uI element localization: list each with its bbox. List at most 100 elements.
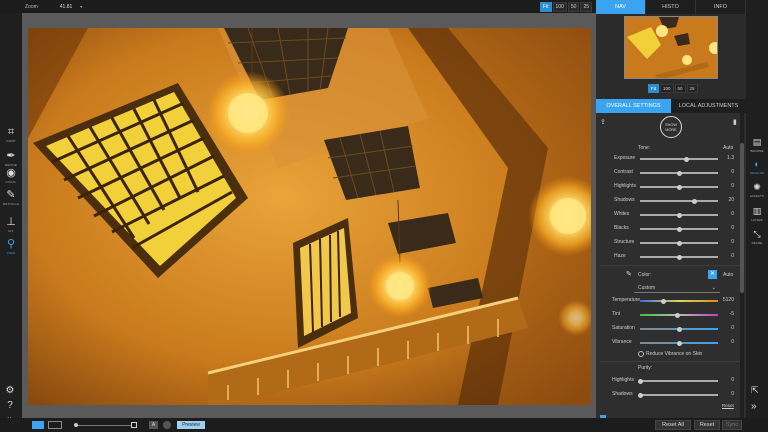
slider-value[interactable]: 0 (714, 169, 734, 175)
scrollbar-thumb[interactable] (740, 143, 744, 293)
slider-knob[interactable] (676, 170, 682, 176)
share-icon[interactable]: ⇱ (751, 385, 759, 396)
local-tool[interactable]: ◉ LOCAL (2, 165, 20, 189)
slider-knob[interactable] (74, 423, 78, 427)
zoom-100-button[interactable]: 100 (552, 2, 567, 12)
slider-knob[interactable] (676, 212, 682, 218)
zoom-50-button[interactable]: 50 (567, 2, 580, 12)
slider-knob[interactable] (676, 340, 682, 346)
tab-info[interactable]: INFO (696, 0, 746, 14)
nav-zoom-100[interactable]: 100 (660, 84, 674, 93)
slider-value[interactable]: 0 (714, 391, 734, 397)
view-tool[interactable]: ⚲ VIEW (2, 236, 20, 260)
grid-view-icon[interactable] (48, 421, 62, 429)
save-preset-icon[interactable]: ⇪ (600, 118, 606, 126)
slider-track[interactable] (640, 254, 718, 260)
slider-value[interactable]: 1.3 (714, 155, 734, 161)
crop-tool[interactable]: ⌗ CROP (2, 124, 20, 148)
slider-value[interactable]: 0 (714, 225, 734, 231)
slider-value[interactable]: 5120 (714, 297, 734, 303)
slider-value[interactable]: 0 (714, 339, 734, 345)
slider-row-shadows: Shadows 0 (596, 389, 746, 401)
slider-value[interactable]: -5 (714, 311, 734, 317)
reset-all-button[interactable]: Reset All (655, 420, 691, 430)
single-view-icon[interactable] (32, 421, 44, 429)
tab-local-adjustments[interactable]: LOCAL ADJUSTMENTS (671, 99, 746, 113)
module-develop[interactable]: ◐ DEVELOP (748, 158, 766, 180)
slider-knob[interactable] (692, 198, 698, 204)
slider-knob[interactable] (660, 298, 666, 304)
slider-track[interactable] (640, 198, 718, 204)
slider-track[interactable] (640, 170, 718, 176)
slider-track[interactable] (640, 340, 718, 346)
slider-value[interactable]: 0 (714, 325, 734, 331)
tab-nav[interactable]: NAV (596, 0, 646, 14)
slider-knob[interactable] (637, 392, 643, 398)
tab-overall-settings[interactable]: OVERALL SETTINGS (596, 99, 671, 113)
slider-knob[interactable] (637, 378, 643, 384)
compare-icon[interactable]: A (149, 421, 158, 429)
slider-track[interactable] (640, 312, 718, 318)
slider-track[interactable] (640, 184, 718, 190)
slider-knob[interactable] (684, 156, 690, 162)
nav-zoom-25[interactable]: 25 (686, 84, 698, 93)
slider-value[interactable]: 0 (714, 183, 734, 189)
slider-knob[interactable] (676, 254, 682, 260)
mask-icon[interactable] (163, 421, 171, 429)
square-icon[interactable] (131, 422, 137, 428)
nav-zoom-fit[interactable]: Fit (648, 84, 659, 93)
reset-button[interactable]: Reset (694, 420, 720, 430)
image-canvas[interactable] (22, 13, 596, 418)
slider-track[interactable] (640, 326, 718, 332)
navigator-thumbnail[interactable] (624, 16, 718, 79)
slider-track[interactable] (637, 378, 718, 384)
help-icon[interactable]: ? (3, 400, 17, 412)
slider-knob[interactable] (676, 240, 682, 246)
slider-track[interactable] (640, 298, 718, 304)
zoom-dropdown-icon[interactable]: ▾ (80, 4, 82, 9)
preview-button[interactable]: Preview (177, 421, 205, 429)
eyedropper-icon[interactable]: ✎ (626, 270, 632, 278)
zoom-value[interactable]: 41.81 (60, 4, 73, 10)
module-browse[interactable]: ▤ BROWSE (748, 136, 766, 158)
slider-value[interactable]: 0 (714, 253, 734, 259)
slider-knob[interactable] (674, 312, 680, 318)
slider-value[interactable]: 0 (714, 239, 734, 245)
slider-value[interactable]: 0 (714, 211, 734, 217)
photo[interactable] (28, 28, 591, 405)
module-resize[interactable]: ⤡ RESIZE (748, 228, 766, 250)
settings-gear-icon[interactable]: ⚙ (3, 385, 17, 397)
color-toggle-button[interactable]: ✕ (708, 270, 717, 279)
slider-track[interactable] (640, 240, 718, 246)
fix-tool[interactable]: ⊥ FIX (2, 214, 20, 238)
show-more-button[interactable]: SHOW MORE (660, 116, 682, 138)
slider-track[interactable] (640, 156, 718, 162)
slider-track[interactable] (640, 226, 718, 232)
module-layers[interactable]: ▥ LAYERS (748, 205, 766, 227)
module-effects[interactable]: ✺ EFFECTS (748, 181, 766, 203)
retouch-tool[interactable]: ✎ RETOUCH (2, 187, 20, 211)
slider-value[interactable]: 20 (714, 197, 734, 203)
trash-icon[interactable]: ▮ (733, 118, 737, 126)
slider-track[interactable] (637, 392, 718, 398)
color-auto-button[interactable]: Auto (723, 272, 733, 278)
reduce-vibrance-checkbox[interactable] (638, 351, 644, 357)
tone-auto-button[interactable]: Auto (723, 145, 733, 151)
sync-button[interactable]: Sync (722, 420, 742, 430)
slider-value[interactable]: 0 (714, 377, 734, 383)
tab-histo[interactable]: HISTO (646, 0, 696, 14)
expand-right-icon[interactable]: » (751, 401, 757, 412)
color-preset-dropdown[interactable]: Custom ⌄ (634, 284, 720, 293)
settings-scrollbar[interactable] (740, 113, 744, 418)
zoom-25-button[interactable]: 25 (580, 2, 592, 12)
slider-knob[interactable] (676, 326, 682, 332)
purity-reset-link[interactable]: Reset (722, 403, 734, 408)
slider-knob[interactable] (676, 184, 682, 190)
reduce-vibrance-label: Reduce Vibrance on Skin (646, 351, 703, 357)
divider (600, 265, 742, 266)
slider-knob[interactable] (676, 226, 682, 232)
thumbnail-size-slider[interactable] (76, 425, 132, 426)
zoom-fit-button[interactable]: Fit (539, 2, 552, 12)
slider-track[interactable] (640, 212, 718, 218)
nav-zoom-50[interactable]: 50 (674, 84, 686, 93)
